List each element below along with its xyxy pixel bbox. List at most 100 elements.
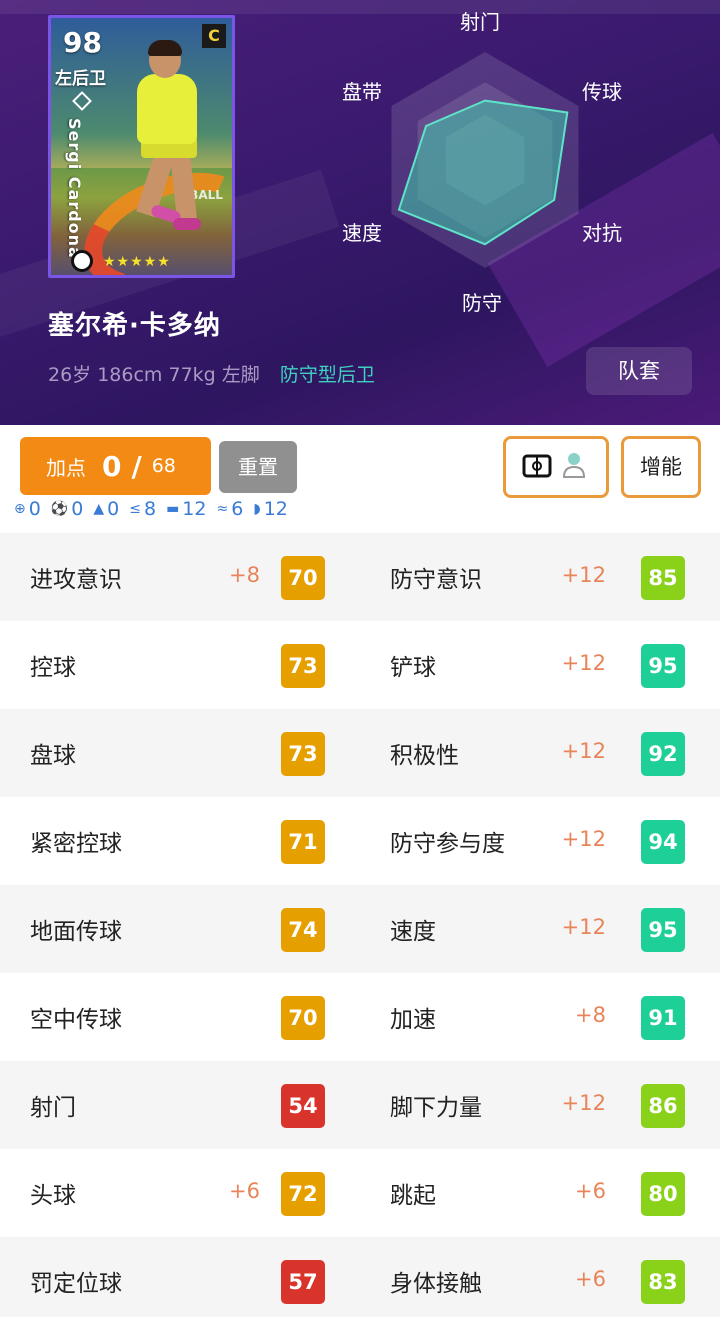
summary-chevrons: ≈6	[216, 498, 243, 520]
stat-cell-right[interactable]: 铲球 +12 95	[360, 621, 720, 709]
player-name: 塞尔希·卡多纳	[48, 311, 221, 341]
stat-row: 空中传球 70 加速 +8 91	[0, 973, 720, 1061]
stat-cell-right[interactable]: 身体接触 +6 83	[360, 1237, 720, 1317]
stat-cell-left[interactable]: 紧密控球 71	[0, 797, 360, 885]
stat-value-badge: 91	[641, 996, 685, 1040]
stat-name: 头球	[30, 1183, 76, 1209]
points-max: 68	[151, 455, 176, 477]
chevrons-icon: ≈	[216, 501, 229, 517]
radar-label-passing: 传球	[582, 80, 622, 104]
stat-bonus: +12	[561, 1091, 606, 1115]
stat-value-badge: 95	[641, 908, 685, 952]
stat-name: 进攻意识	[30, 567, 122, 593]
stat-value-badge: 54	[281, 1084, 325, 1128]
stat-name: 速度	[390, 919, 436, 945]
player-image	[148, 40, 182, 56]
stat-name: 盘球	[30, 743, 76, 769]
stat-cell-right[interactable]: 跳起 +6 80	[360, 1149, 720, 1237]
card-type-badge: C	[202, 24, 226, 48]
stat-value-badge: 70	[281, 996, 325, 1040]
summary-boot: ▬ 12	[166, 498, 206, 520]
stat-row: 罚定位球 57 身体接触 +6 83	[0, 1237, 720, 1317]
ball-icon: ⚽	[50, 501, 69, 517]
stat-value-badge: 83	[641, 1260, 685, 1304]
radar-chart: 射门 传球 对抗 防守 速度 盘带	[330, 0, 650, 320]
card-rating: 98	[63, 26, 102, 59]
stat-cell-left[interactable]: 进攻意识 +8 70	[0, 533, 360, 621]
stats-table: 进攻意识 +8 70 防守意识 +12 85 控球 73 铲球 +12 95 盘球 73 积极性 +12 92…	[0, 533, 720, 1317]
summary-value: 12	[263, 498, 288, 520]
stat-value-badge: 86	[641, 1084, 685, 1128]
stat-cell-left[interactable]: 罚定位球 57	[0, 1237, 360, 1317]
stat-cell-left[interactable]: 空中传球 70	[0, 973, 360, 1061]
radar-label-pace: 速度	[342, 221, 382, 245]
triangle-icon: ▲	[93, 501, 105, 517]
points-summary: ⊕ 0 ⚽ 0 ▲ 0 ≤8 ▬ 12 ≈6 ◗ 12	[14, 498, 298, 520]
stat-name: 跳起	[390, 1183, 436, 1209]
stat-cell-right[interactable]: 加速 +8 91	[360, 973, 720, 1061]
boot-icon: ▬	[166, 501, 180, 517]
radar-label-defending: 防守	[462, 291, 502, 315]
stat-name: 紧密控球	[30, 831, 122, 857]
summary-value: 8	[143, 498, 157, 520]
player-image	[137, 74, 197, 144]
stat-cell-left[interactable]: 盘球 73	[0, 709, 360, 797]
stat-value-badge: 73	[281, 732, 325, 776]
stat-name: 空中传球	[30, 1007, 122, 1033]
stat-row: 进攻意识 +8 70 防守意识 +12 85	[0, 533, 720, 621]
summary-value: 0	[71, 498, 84, 520]
stat-value-badge: 72	[281, 1172, 325, 1216]
stat-bonus: +6	[575, 1179, 606, 1203]
star-rating: ★★★★★	[103, 254, 171, 270]
stat-value-badge: 70	[281, 556, 325, 600]
stat-cell-right[interactable]: 防守参与度 +12 94	[360, 797, 720, 885]
view-toggle-button[interactable]	[503, 436, 609, 498]
player-header: TBALL 98 左后卫 Sergi Cardona ★★★★★ C 射门 传球…	[0, 0, 720, 425]
stat-name: 加速	[390, 1007, 436, 1033]
stat-cell-left[interactable]: 射门 54	[0, 1061, 360, 1149]
stat-row: 头球 +6 72 跳起 +6 80	[0, 1149, 720, 1237]
player-bio: 26岁 186cm 77kg 左脚	[48, 364, 260, 386]
points-slash: /	[131, 449, 142, 483]
stat-name: 罚定位球	[30, 1271, 122, 1297]
stat-value-badge: 94	[641, 820, 685, 864]
lte-icon: ≤	[129, 501, 141, 517]
stat-bonus: +12	[561, 739, 606, 763]
summary-target: ⊕ 0	[14, 498, 41, 520]
radar-label-dribbling: 盘带	[342, 80, 382, 104]
stat-bonus: +8	[229, 563, 260, 587]
stat-row: 射门 54 脚下力量 +12 86	[0, 1061, 720, 1149]
stat-cell-right[interactable]: 脚下力量 +12 86	[360, 1061, 720, 1149]
player-role: 防守型后卫	[279, 364, 375, 386]
shield-icon: ◗	[253, 501, 261, 517]
radar-label-shooting: 射门	[460, 10, 500, 34]
player-image	[173, 218, 201, 230]
stat-bonus: +12	[561, 563, 606, 587]
kit-button[interactable]: 队套	[586, 347, 692, 395]
stat-row: 地面传球 74 速度 +12 95	[0, 885, 720, 973]
stat-row: 盘球 73 积极性 +12 92	[0, 709, 720, 797]
stat-cell-right[interactable]: 防守意识 +12 85	[360, 533, 720, 621]
boost-button[interactable]: 增能	[621, 436, 701, 498]
stat-value-badge: 57	[281, 1260, 325, 1304]
summary-triangle: ▲ 0	[93, 498, 119, 520]
pitch-and-coach-icon	[522, 453, 586, 478]
stat-cell-right[interactable]: 速度 +12 95	[360, 885, 720, 973]
player-card[interactable]: TBALL 98 左后卫 Sergi Cardona ★★★★★ C	[48, 15, 235, 278]
stat-name: 脚下力量	[390, 1095, 482, 1121]
stat-bonus: +12	[561, 915, 606, 939]
add-points-button[interactable]: 加点 0 / 68	[20, 437, 211, 495]
reset-button[interactable]: 重置	[219, 441, 297, 493]
stat-bonus: +6	[229, 1179, 260, 1203]
card-player-name: Sergi Cardona	[65, 118, 84, 259]
stat-name: 防守参与度	[390, 831, 505, 857]
summary-lte: ≤8	[129, 498, 156, 520]
stat-cell-left[interactable]: 头球 +6 72	[0, 1149, 360, 1237]
summary-value: 12	[182, 498, 207, 520]
card-position: 左后卫	[55, 69, 106, 89]
stat-value-badge: 85	[641, 556, 685, 600]
stat-name: 防守意识	[390, 567, 482, 593]
stat-cell-right[interactable]: 积极性 +12 92	[360, 709, 720, 797]
stat-cell-left[interactable]: 控球 73	[0, 621, 360, 709]
stat-cell-left[interactable]: 地面传球 74	[0, 885, 360, 973]
